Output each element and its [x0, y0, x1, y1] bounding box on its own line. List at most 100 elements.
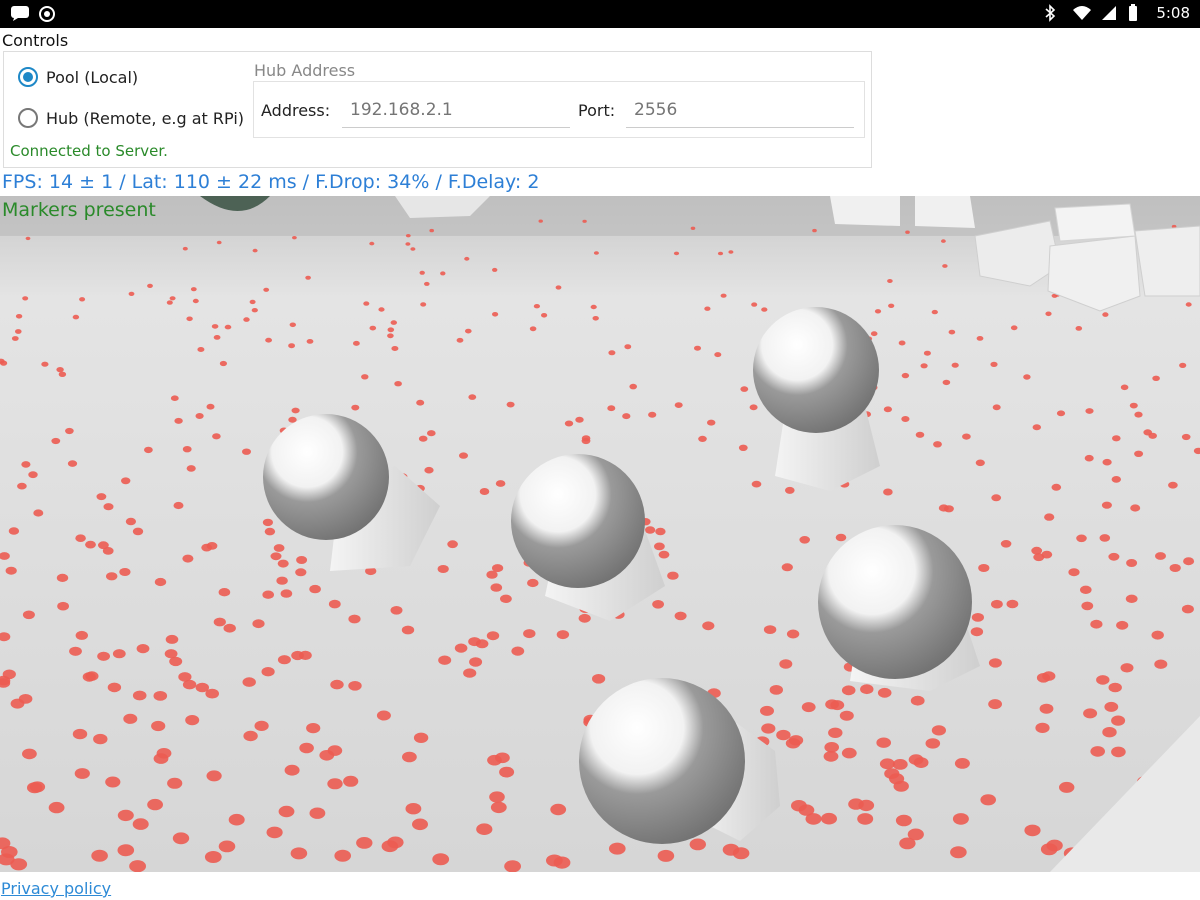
marker-dot [328, 599, 341, 609]
marker-dot [218, 588, 231, 597]
marker-dot [129, 860, 146, 872]
marker-dot [0, 360, 8, 366]
radio-hub-remote[interactable]: Hub (Remote, e.g at RPi) [18, 108, 244, 128]
marker-dot [48, 801, 65, 814]
marker-dot [910, 695, 925, 706]
marker-dot [106, 572, 118, 581]
marker-dot [728, 250, 734, 254]
marker-dot [147, 798, 164, 811]
marker-dot [841, 685, 856, 696]
marker-dot [495, 480, 506, 487]
marker-dot [720, 293, 727, 298]
marker-dot [75, 534, 86, 542]
sphere-4 [818, 525, 972, 679]
marker-dot [1059, 781, 1075, 793]
marker-dot [123, 713, 138, 724]
marker-dot [1154, 659, 1168, 669]
marker-dot [164, 649, 178, 659]
marker-dot [186, 316, 193, 322]
marker-dot [948, 329, 956, 335]
marker-dot [252, 619, 265, 629]
radio-button-unchecked[interactable] [18, 108, 38, 128]
marker-dot [1044, 513, 1055, 521]
marker-dot [1033, 553, 1045, 562]
marker-dot [841, 747, 857, 759]
marker-dot [504, 860, 521, 872]
marker-dot [1181, 433, 1191, 441]
marker-dot [429, 228, 435, 233]
marker-dot [988, 699, 1002, 710]
marker-dot [781, 563, 793, 572]
marker-dot [387, 836, 404, 849]
marker-dot [290, 847, 308, 860]
message-icon [10, 5, 29, 23]
bluetooth-icon [1044, 4, 1062, 22]
radio-label-hub: Hub (Remote, e.g at RPi) [46, 108, 244, 128]
marker-dot [1111, 746, 1126, 758]
marker-dot [892, 759, 908, 770]
marker-dot [261, 667, 275, 677]
marker-dot [1152, 375, 1160, 381]
marker-dot [170, 395, 179, 401]
marker-dot [1102, 458, 1112, 466]
marker-dot [28, 471, 38, 479]
marker-dot [284, 764, 300, 776]
privacy-policy-link[interactable]: Privacy policy [1, 879, 111, 898]
marker-dot [1111, 715, 1126, 726]
marker-dot [243, 317, 250, 322]
marker-dot [1076, 534, 1087, 543]
marker-dot [476, 823, 493, 835]
marker-dot [1134, 450, 1144, 457]
marker-dot [761, 723, 776, 734]
marker-dot [533, 304, 541, 309]
marker-dot [1102, 312, 1109, 317]
marker-dot [182, 446, 192, 453]
marker-dot [786, 629, 800, 639]
marker-dot [874, 309, 882, 314]
marker-dot [125, 517, 136, 526]
marker-dot [456, 337, 464, 343]
marker-dot [971, 613, 985, 622]
marker-dot [575, 416, 584, 423]
marker-dot [242, 677, 256, 687]
address-input[interactable] [342, 92, 570, 128]
marker-dot [593, 251, 599, 255]
marker-dot [289, 322, 296, 328]
marker-dot [75, 630, 89, 640]
marker-dot [79, 297, 86, 302]
marker-dot [942, 379, 951, 386]
marker-dot [523, 629, 536, 639]
marker-dot [848, 798, 864, 810]
marker-dot [1000, 540, 1012, 548]
marker-dot [717, 251, 724, 256]
radio-pool-local[interactable]: Pool (Local) [18, 67, 138, 87]
marker-dot [1099, 534, 1111, 542]
marker-dot [390, 606, 403, 615]
hub-address-fields: Address: Port: [253, 81, 865, 138]
marker-dot [418, 435, 428, 442]
marker-dot [292, 236, 297, 240]
marker-dot [1081, 601, 1094, 611]
marker-dot [1116, 620, 1129, 630]
marker-dot [153, 691, 168, 701]
marker-dot [348, 614, 361, 624]
marker-dot [85, 540, 96, 549]
marker-dot [1155, 552, 1166, 560]
marker-dot [905, 230, 910, 234]
marker-dot [465, 328, 472, 334]
marker-dot [405, 242, 411, 246]
marker-dot [206, 542, 218, 550]
marker-dot [942, 264, 948, 268]
marker-dot [492, 267, 498, 272]
marker-dot [402, 751, 417, 763]
port-input[interactable] [626, 92, 854, 128]
marker-dot [420, 302, 427, 307]
marker-dot [10, 858, 28, 871]
marker-dot [541, 313, 548, 318]
marker-dot [582, 219, 587, 223]
marker-dot [749, 404, 758, 411]
marker-dot [564, 420, 574, 427]
marker-dot [454, 643, 468, 653]
marker-dot [751, 480, 762, 488]
radio-button-checked[interactable] [18, 67, 38, 87]
